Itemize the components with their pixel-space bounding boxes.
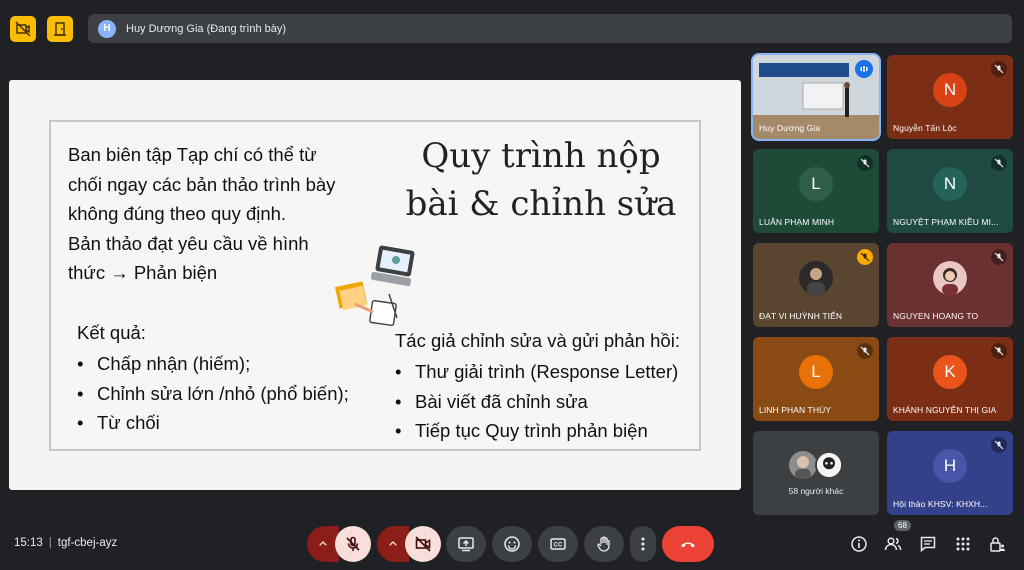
people-icon (884, 537, 902, 551)
intro-line: thức → Phản biện (68, 262, 218, 283)
chevron-up-icon (319, 541, 327, 546)
mic-muted-icon (857, 343, 873, 359)
results-heading: Kết quả: (77, 322, 146, 343)
list-item: Tiếp tục Quy trình phản biện (391, 416, 678, 446)
slide-intro: Ban biên tập Tạp chí có thể từ chối ngay… (68, 140, 368, 288)
participant-tile[interactable]: NGUYEN HOANG TO (887, 243, 1013, 327)
list-item: Chấp nhận (hiếm); (73, 349, 349, 379)
others-tile[interactable]: 58 người khác (753, 431, 879, 515)
participant-tile[interactable]: L LUÂN PHẠM MINH (753, 149, 879, 233)
participant-name: NGUYEN HOANG TO (893, 311, 979, 321)
meeting-info: 15:13 | tgf-cbej-ayz (14, 537, 118, 549)
mic-muted-icon (991, 249, 1007, 265)
host-controls-button[interactable] (987, 534, 1007, 554)
author-list: Thư giải trình (Response Letter) Bài viế… (391, 357, 678, 446)
camera-off-icon (415, 536, 431, 552)
emoji-icon (504, 536, 520, 552)
intro-line: Ban biên tập Tạp chí có thể từ (68, 144, 317, 165)
avatar: N (933, 167, 967, 202)
presentation-slide: Ban biên tập Tạp chí có thể từ chối ngay… (9, 80, 741, 490)
more-options-button[interactable] (630, 526, 656, 562)
hand-icon (597, 536, 610, 552)
mic-off-icon (346, 536, 360, 551)
participant-tile[interactable]: N Nguyễn Tấn Lộc (887, 55, 1013, 139)
others-count: 58 người khác (788, 486, 844, 496)
avatar: H (933, 449, 967, 484)
meeting-details-button[interactable] (849, 534, 869, 554)
participant-name: Nguyễn Tấn Lộc (893, 123, 957, 133)
mic-muted-icon (991, 61, 1007, 77)
participant-name: NGUYỆT PHẠM KIỀU MI... (893, 217, 999, 227)
intro-line: Bản thảo đạt yêu cầu về hình (68, 232, 309, 254)
participant-tile[interactable]: N NGUYỆT PHẠM KIỀU MI... (887, 149, 1013, 233)
chevron-up-icon (389, 541, 397, 546)
title-line: bài & chỉnh sửa (405, 184, 677, 224)
raise-hand-button[interactable] (584, 526, 624, 562)
list-item: Chỉnh sửa lớn /nhỏ (phổ biến); (73, 379, 349, 409)
present-screen-button[interactable] (446, 526, 486, 562)
reactions-button[interactable] (492, 526, 532, 562)
hang-up-icon (681, 542, 695, 548)
list-item: Thư giải trình (Response Letter) (391, 357, 678, 387)
presenter-avatar: H (98, 19, 116, 38)
participant-name: LUÂN PHẠM MINH (759, 217, 835, 227)
mic-toggle-button[interactable] (335, 526, 371, 562)
present-icon (458, 537, 474, 552)
mic-muted-icon (991, 437, 1007, 453)
chat-button[interactable] (918, 534, 938, 554)
slide-title: Quy trình nộp bài & chỉnh sửa (381, 132, 701, 228)
results-list: Chấp nhận (hiếm); Chỉnh sửa lớn /nhỏ (ph… (73, 349, 349, 438)
people-count-badge: 68 (894, 520, 911, 531)
participant-tile-video[interactable]: Huy Dương Gia (751, 53, 881, 141)
avatar-photo (799, 261, 833, 296)
svg-text:CC: CC (554, 543, 563, 549)
captions-icon: CC (550, 538, 566, 550)
participant-name: Huy Dương Gia (759, 123, 821, 133)
info-icon (851, 536, 867, 552)
apps-grid-icon (956, 537, 970, 551)
mic-muted-icon (857, 155, 873, 171)
mic-muted-icon (991, 343, 1007, 359)
slide-frame: Ban biên tập Tạp chí có thể từ chối ngay… (49, 120, 701, 451)
list-item: Bài viết đã chỉnh sửa (391, 387, 678, 417)
people-button[interactable] (883, 534, 903, 554)
mic-muted-icon (991, 155, 1007, 171)
camera-off-icon[interactable] (10, 16, 36, 42)
participant-tile[interactable]: ĐẠT VI HUỲNH TIẾN (753, 243, 879, 327)
author-heading: Tác giả chỉnh sửa và gửi phản hồi: (395, 330, 680, 351)
leave-call-button[interactable] (662, 526, 714, 562)
intro-line: không đúng theo quy định. (68, 203, 287, 224)
captions-button[interactable]: CC (538, 526, 578, 562)
door-icon[interactable] (47, 16, 73, 42)
list-item: Từ chối (73, 408, 349, 438)
title-line: Quy trình nộp (421, 136, 661, 176)
participant-name: ĐẠT VI HUỲNH TIẾN (759, 311, 843, 321)
avatar: L (799, 167, 833, 202)
camera-toggle-button[interactable] (405, 526, 441, 562)
avatar-photo (933, 261, 967, 296)
clock-time: 15:13 (14, 537, 43, 549)
laptop-illustration (335, 245, 415, 327)
mic-muted-icon (857, 249, 873, 265)
participant-tile[interactable]: H Hội thảo KHSV: KHXH... (887, 431, 1013, 515)
presenter-banner: H Huy Dương Gia (Đang trình bày) (88, 14, 1012, 43)
participant-tile[interactable]: K KHÁNH NGUYỄN THỊ GIA (887, 337, 1013, 421)
avatar-photo (815, 451, 843, 479)
avatar-photo (789, 451, 817, 479)
speaking-indicator-icon (855, 60, 873, 78)
lock-person-icon (990, 537, 1005, 552)
participant-tile[interactable]: L LINH PHAN THÙY (753, 337, 879, 421)
meeting-code: tgf-cbej-ayz (57, 537, 118, 549)
more-vertical-icon (641, 537, 645, 551)
avatar: L (799, 355, 833, 390)
avatar: K (933, 355, 967, 390)
participant-name: LINH PHAN THÙY (759, 405, 832, 415)
intro-line: chối ngay các bản thảo trình bày (68, 173, 336, 195)
chat-icon (920, 536, 936, 553)
participant-name: Hội thảo KHSV: KHXH... (893, 499, 988, 509)
participant-name: KHÁNH NGUYỄN THỊ GIA (893, 405, 997, 415)
activities-button[interactable] (953, 534, 973, 554)
presenter-label: Huy Dương Gia (Đang trình bày) (126, 22, 287, 35)
avatar: N (933, 73, 967, 108)
